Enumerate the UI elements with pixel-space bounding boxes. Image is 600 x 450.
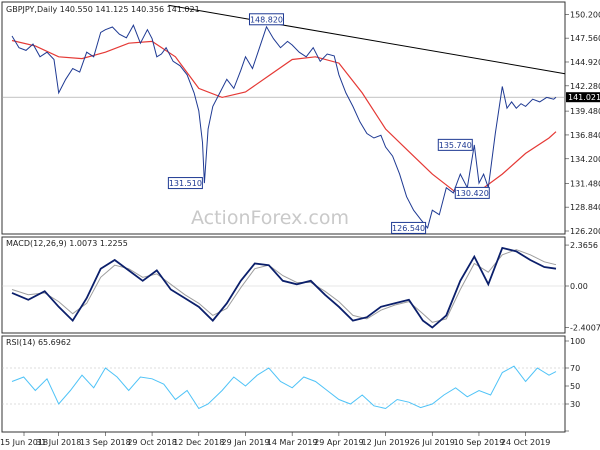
macd-y-tick-label: 2.3656: [570, 241, 598, 250]
price-annotation-label: 130.420: [456, 189, 489, 198]
price-y-tick-label: 136.840: [570, 131, 600, 140]
price-annotation: 148.820: [248, 13, 284, 26]
price-y-tick-label: 142.280: [570, 82, 600, 91]
x-tick-label: 12 Dec 2018: [173, 438, 224, 447]
rsi-panel-frame: [1, 335, 566, 433]
price-y-tick-label: 126.200: [570, 227, 600, 236]
last-price-label: 141.021: [568, 93, 600, 102]
macd-panel: MACD(12,26,9) 1.0073 1.2255 2.3656 0.00 -2…: [1, 236, 600, 334]
price-y-tick-label: 150.200: [570, 10, 600, 19]
price-y-tick-label: 144.920: [570, 58, 600, 67]
gbpjpy-chart: ActionForex.com GBPJPY,Daily 140.550 141…: [0, 0, 600, 450]
macd-title: MACD(12,26,9) 1.0073 1.2255: [6, 239, 128, 248]
price-annotation-label: 148.820: [250, 15, 283, 24]
x-tick-label: 13 Sep 2018: [80, 438, 131, 447]
macd-y-tick-label: -2.4007: [570, 324, 600, 333]
price-y-tick-label: 139.480: [570, 107, 600, 116]
x-tick-label: 14 Mar 2019: [267, 438, 318, 447]
price-annotation-label: 126.540: [392, 224, 425, 233]
x-tick-label: 31 Jul 2018: [36, 438, 81, 447]
price-annotation: 131.510: [167, 177, 203, 190]
price-y-tick-label: 128.840: [570, 203, 600, 212]
price-annotation-label: 135.740: [439, 141, 472, 150]
price-header: GBPJPY,Daily 140.550 141.125 140.356 141…: [6, 5, 200, 14]
price-y-tick-label: 147.560: [570, 34, 600, 43]
price-panel: ActionForex.com GBPJPY,Daily 140.550 141…: [1, 1, 600, 236]
price-annotation: 126.540: [391, 221, 427, 234]
macd-panel-frame: [1, 236, 566, 334]
x-tick-label: 10 Sep 2019: [454, 438, 505, 447]
x-tick-label: 29 Oct 2018: [127, 438, 176, 447]
price-panel-frame: [1, 1, 566, 235]
x-tick-label: 29 Jan 2019: [221, 438, 269, 447]
price-annotation: 130.420: [454, 186, 490, 199]
watermark: ActionForex.com: [191, 207, 349, 229]
x-tick-label: 29 Apr 2019: [314, 438, 363, 447]
x-tick-label: 12 Jun 2019: [361, 438, 409, 447]
price-y-tick-label: 131.480: [570, 179, 600, 188]
price-y-tick-label: 134.200: [570, 155, 600, 164]
x-tick-label: 26 Jul 2019: [410, 438, 455, 447]
x-tick-label: 24 Oct 2019: [501, 438, 550, 447]
rsi-panel: RSI(14) 65.6962 100 70 50 30: [1, 335, 585, 433]
price-annotation: 135.740: [437, 138, 473, 151]
rsi-title: RSI(14) 65.6962: [6, 338, 71, 347]
price-annotation-label: 131.510: [169, 179, 202, 188]
rsi-y-tick-label: 30: [570, 400, 580, 409]
rsi-y-tick-label: 100: [570, 337, 585, 346]
rsi-y-tick-label: 70: [570, 364, 580, 373]
macd-y-tick-label: 0.00: [570, 282, 588, 291]
rsi-y-tick-label: 50: [570, 382, 580, 391]
